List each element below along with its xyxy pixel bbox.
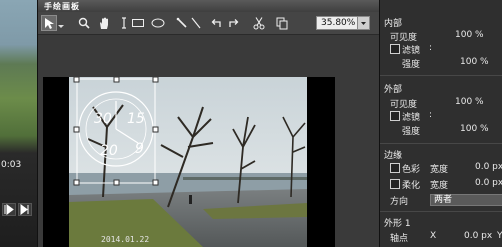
edge-direction-label: 方向 [390, 197, 409, 207]
chevron-down-icon [58, 25, 64, 28]
inner-visibility-label: 可见度 [390, 33, 418, 43]
canvas-area: 30 15 20 9 2014.01.22 [38, 35, 379, 247]
line-tool-button[interactable] [188, 15, 204, 31]
zoom-level-select[interactable]: 35.80% [316, 16, 370, 30]
shape-x-label: X [430, 231, 437, 241]
inner-strength-label: 强度 [402, 60, 421, 70]
outer-strength-label: 强度 [402, 127, 421, 137]
outer-filter-colon: : [429, 110, 433, 120]
date-stamp: 2014.01.22 [101, 235, 149, 244]
clock-number: 20 [100, 143, 118, 159]
edge-direction-value: 两者 [434, 195, 453, 205]
play-icon [4, 204, 14, 215]
line-icon [191, 17, 201, 29]
outer-filter-checkbox[interactable] [390, 111, 400, 121]
inner-filter-checkbox[interactable] [390, 44, 400, 54]
outer-strength-value[interactable]: 100 % [460, 124, 489, 134]
toolbar: 35.80% [38, 12, 379, 35]
divider [380, 75, 502, 76]
edge-soften-checkbox[interactable] [390, 179, 400, 189]
inner-heading: 内部 [384, 19, 403, 29]
pan-tool-button[interactable] [96, 15, 112, 31]
shape-axis-label: 轴点 [390, 234, 409, 244]
undo-button[interactable] [208, 15, 224, 31]
canvas-photo[interactable]: 30 15 20 9 2014.01.22 [43, 77, 335, 247]
zoom-tool-button[interactable] [76, 15, 92, 31]
edge-direction-select[interactable]: 两者 [430, 194, 502, 206]
hand-pan-icon [100, 17, 108, 29]
clock-number: 9 [135, 141, 144, 157]
edge-color-checkbox[interactable] [390, 163, 400, 173]
select-dropdown[interactable] [57, 15, 65, 31]
edge-color-label: 色彩 [402, 165, 421, 175]
title-bar: 手绘画板 [38, 0, 379, 12]
ellipse-tool-button[interactable] [150, 15, 166, 31]
preview-time: 0:03 [1, 160, 22, 170]
step-forward-icon [20, 204, 29, 215]
ellipse-icon [151, 18, 165, 28]
shape-y-label: Y [497, 231, 502, 241]
text-cursor-icon [122, 17, 126, 29]
zoom-dropdown-button[interactable] [357, 17, 369, 29]
copy-button[interactable] [274, 15, 290, 31]
inner-visibility-value[interactable]: 100 % [455, 30, 484, 40]
arrow-select-icon [45, 18, 54, 29]
inner-filter-label: 滤镜 [402, 46, 421, 56]
properties-panel: 内部 可见度 100 % 滤镜 : 强度 100 % 外部 可见度 100 % … [379, 0, 502, 247]
outer-filter-label: 滤镜 [402, 113, 421, 123]
zoom-value: 35.80% [321, 18, 356, 28]
chevron-down-icon [361, 22, 366, 25]
left-preview-strip: 0:03 [0, 0, 37, 247]
drawing-editor-window: 手绘画板 35.80% 30 15 20 9 2014.01.22 [37, 0, 379, 247]
inner-filter-colon: : [429, 43, 433, 53]
redo-icon [229, 19, 239, 27]
pen-icon [176, 17, 187, 28]
edge-soften-label: 柔化 [402, 181, 421, 191]
edge-soften-width-value[interactable]: 0.0 px [475, 178, 502, 188]
divider [380, 211, 502, 212]
copy-icon [276, 17, 288, 30]
edge-color-width-value[interactable]: 0.0 px [475, 162, 502, 172]
redo-button[interactable] [226, 15, 242, 31]
outer-heading: 外部 [384, 85, 403, 95]
cut-button[interactable] [251, 15, 267, 31]
inner-strength-value[interactable]: 100 % [460, 57, 489, 67]
shape-heading: 外形 1 [384, 219, 411, 229]
shape-x-value[interactable]: 0.0 px [464, 231, 492, 241]
outer-visibility-label: 可见度 [390, 100, 418, 110]
edge-soften-width-label: 宽度 [430, 181, 449, 191]
clock-number: 15 [127, 111, 145, 127]
cut-icon [253, 17, 265, 30]
lakeside-photo: 30 15 20 9 2014.01.22 [43, 77, 335, 247]
edge-color-width-label: 宽度 [430, 165, 449, 175]
divider [380, 143, 502, 144]
clock-number: 30 [94, 111, 112, 127]
window-title: 手绘画板 [44, 2, 80, 11]
edge-heading: 边缘 [384, 151, 403, 161]
outer-visibility-value[interactable]: 100 % [455, 97, 484, 107]
play-button[interactable] [2, 203, 16, 216]
next-frame-button[interactable] [18, 203, 32, 216]
undo-icon [211, 19, 221, 27]
magnifier-icon [78, 17, 90, 29]
rectangle-tool-button[interactable] [130, 15, 146, 31]
rectangle-icon [132, 19, 144, 27]
select-tool-button[interactable] [41, 15, 57, 31]
